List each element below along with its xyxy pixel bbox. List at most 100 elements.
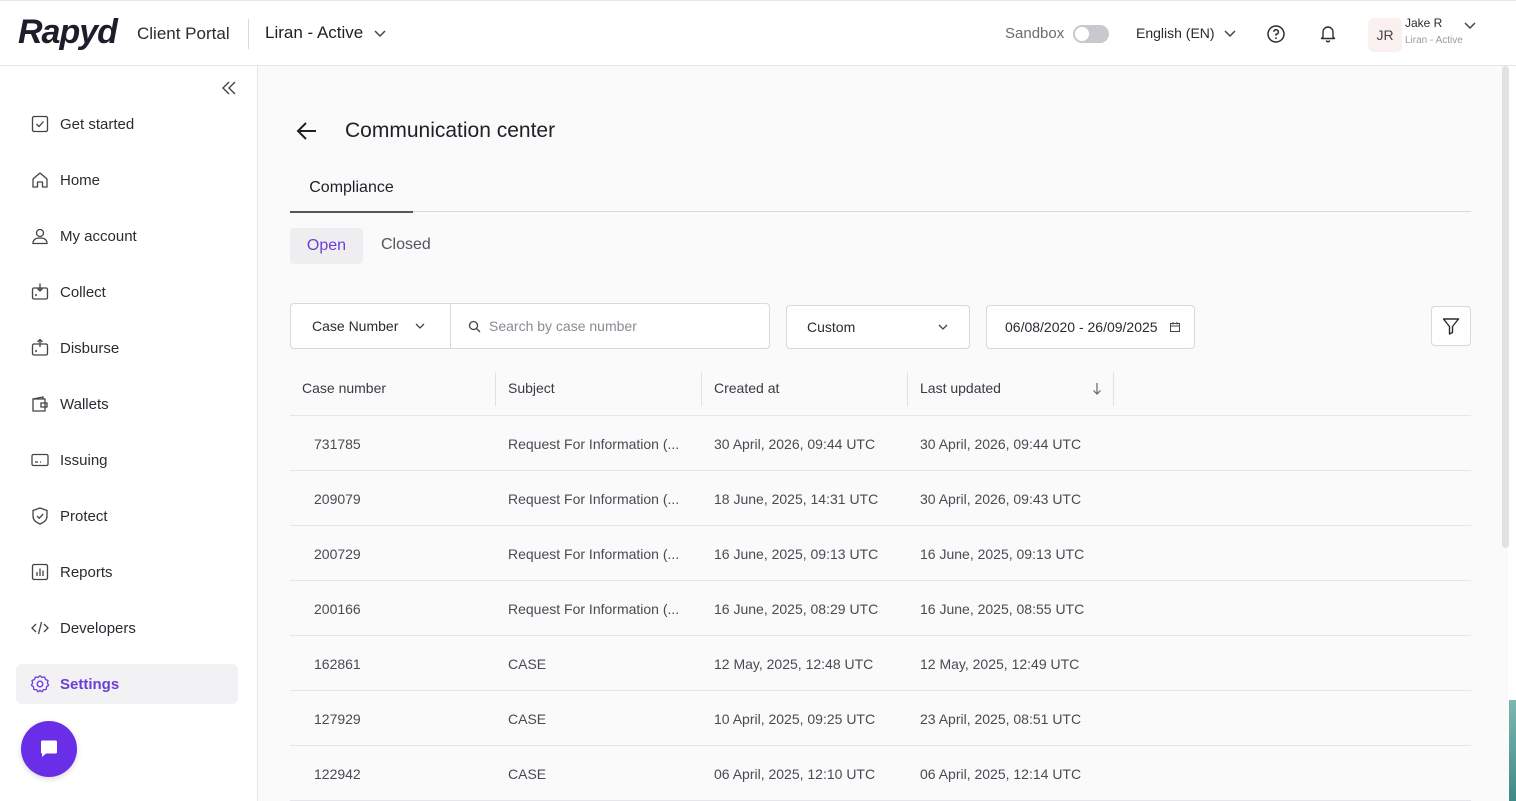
cell-last-updated: 23 April, 2025, 08:51 UTC xyxy=(920,711,1082,727)
sidebar-item-label: Settings xyxy=(60,675,120,693)
user-name: Jake R xyxy=(1405,16,1443,30)
cell-created-at: 16 June, 2025, 09:13 UTC xyxy=(714,546,879,562)
sandbox-toggle[interactable] xyxy=(1073,25,1109,43)
cell-created-at: 16 June, 2025, 08:29 UTC xyxy=(714,601,879,617)
sidebar-item-wallets[interactable]: Wallets xyxy=(16,384,238,424)
card-icon xyxy=(31,453,49,467)
cell-subject: CASE xyxy=(508,656,547,672)
chevron-down-icon xyxy=(938,324,948,330)
sidebar-item-label: Collect xyxy=(60,283,106,301)
search-icon xyxy=(468,320,481,332)
bell-icon[interactable] xyxy=(1318,23,1338,43)
cell-created-at: 12 May, 2025, 12:48 UTC xyxy=(714,656,874,672)
rapyd-logo[interactable]: Rapyd xyxy=(18,13,118,52)
cell-case-number: 200729 xyxy=(314,546,361,562)
chat-icon xyxy=(41,740,57,757)
sidebar-item-label: Reports xyxy=(60,563,113,581)
sidebar-item-disburse[interactable]: Disburse xyxy=(16,328,238,368)
filter-button[interactable] xyxy=(1431,306,1471,346)
gear-icon xyxy=(30,675,50,693)
table-row[interactable]: 127929 CASE 10 April, 2025, 09:25 UTC 23… xyxy=(290,691,1471,746)
cell-last-updated: 06 April, 2025, 12:14 UTC xyxy=(920,766,1082,782)
help-icon[interactable] xyxy=(1266,24,1286,44)
table-row[interactable]: 162861 CASE 12 May, 2025, 12:48 UTC 12 M… xyxy=(290,636,1471,691)
collect-icon xyxy=(31,283,49,300)
search-type-value: Case Number xyxy=(312,318,399,334)
sidebar-item-reports[interactable]: Reports xyxy=(16,552,238,592)
main-content: Communication center Compliance Open Clo… xyxy=(258,66,1508,801)
table-row[interactable]: 731785 Request For Information (... 30 A… xyxy=(290,416,1471,471)
sidebar-item-home[interactable]: Home xyxy=(16,160,238,200)
cell-case-number: 127929 xyxy=(314,711,361,727)
column-divider[interactable] xyxy=(1113,372,1114,406)
table-row[interactable]: 200166 Request For Information (... 16 J… xyxy=(290,581,1471,636)
tab-compliance[interactable]: Compliance xyxy=(290,174,413,213)
sidebar-item-label: Disburse xyxy=(60,339,120,357)
sidebar-item-label: Protect xyxy=(60,507,108,525)
segment-closed[interactable]: Closed xyxy=(381,236,431,254)
chevron-down-icon xyxy=(415,323,425,329)
filter-icon xyxy=(1442,318,1460,335)
sidebar-item-get-started[interactable]: Get started xyxy=(16,104,238,144)
sidebar-item-collect[interactable]: Collect xyxy=(16,272,238,312)
column-header-case-number[interactable]: Case number xyxy=(302,380,386,396)
cell-last-updated: 12 May, 2025, 12:49 UTC xyxy=(920,656,1080,672)
scrollbar[interactable] xyxy=(1502,66,1509,548)
column-divider[interactable] xyxy=(495,372,496,406)
sidebar-item-my-account[interactable]: My account xyxy=(16,216,238,256)
sidebar-item-label: My account xyxy=(60,227,137,245)
sidebar-item-protect[interactable]: Protect xyxy=(16,496,238,536)
shield-icon xyxy=(32,507,48,525)
back-arrow-icon[interactable] xyxy=(294,118,320,144)
period-select[interactable]: Custom xyxy=(786,305,970,349)
search-type-select[interactable]: Case Number xyxy=(290,303,451,349)
column-divider[interactable] xyxy=(701,372,702,406)
column-divider[interactable] xyxy=(907,372,908,406)
portal-label: Client Portal xyxy=(137,24,230,43)
cell-case-number: 122942 xyxy=(314,766,361,782)
cell-subject: Request For Information (... xyxy=(508,436,680,452)
sidebar-item-label: Developers xyxy=(60,619,136,637)
table-row[interactable]: 209079 Request For Information (... 18 J… xyxy=(290,471,1471,526)
cell-last-updated: 16 June, 2025, 08:55 UTC xyxy=(920,601,1085,617)
collapse-sidebar-icon[interactable] xyxy=(220,79,238,97)
tabs-divider xyxy=(290,211,1471,212)
date-range-field[interactable]: 06/08/2020 - 26/09/2025 xyxy=(986,305,1195,349)
column-header-subject[interactable]: Subject xyxy=(508,380,555,396)
cell-subject: Request For Information (... xyxy=(508,491,680,507)
sidebar-item-developers[interactable]: Developers xyxy=(16,608,238,648)
cell-last-updated: 30 April, 2026, 09:44 UTC xyxy=(920,436,1082,452)
cell-case-number: 162861 xyxy=(314,656,361,672)
chevron-down-icon xyxy=(374,30,386,38)
column-header-last-updated[interactable]: Last updated xyxy=(920,380,1001,396)
search-box xyxy=(450,303,770,349)
cell-case-number: 200166 xyxy=(314,601,361,617)
sidebar: Get started Home My account Collect Disb… xyxy=(0,66,258,801)
header-divider xyxy=(248,19,249,49)
wallet-icon xyxy=(32,396,48,412)
sidebar-item-label: Issuing xyxy=(60,451,108,469)
sidebar-item-label: Wallets xyxy=(60,395,109,413)
chart-icon xyxy=(31,563,49,581)
table-row[interactable]: 122942 CASE 06 April, 2025, 12:10 UTC 06… xyxy=(290,746,1471,801)
user-subtitle: Liran - Active xyxy=(1405,35,1463,46)
cell-created-at: 18 June, 2025, 14:31 UTC xyxy=(714,491,879,507)
checkbox-icon xyxy=(31,115,49,133)
sidebar-item-settings[interactable]: Settings xyxy=(16,664,238,704)
code-icon xyxy=(31,621,49,635)
cell-created-at: 30 April, 2026, 09:44 UTC xyxy=(714,436,876,452)
table-row[interactable]: 200729 Request For Information (... 16 J… xyxy=(290,526,1471,581)
column-header-created-at[interactable]: Created at xyxy=(714,380,779,396)
avatar[interactable]: JR xyxy=(1368,18,1402,52)
date-range-value: 06/08/2020 - 26/09/2025 xyxy=(1005,319,1158,335)
language-selector[interactable]: English (EN) xyxy=(1136,25,1237,41)
chat-button[interactable] xyxy=(21,721,77,777)
cell-case-number: 209079 xyxy=(314,491,361,507)
sort-arrow-down-icon[interactable] xyxy=(1091,382,1103,396)
account-switcher[interactable]: Liran - Active xyxy=(265,23,387,43)
chevron-down-icon[interactable] xyxy=(1463,18,1477,32)
segment-open[interactable]: Open xyxy=(290,228,363,264)
sidebar-item-issuing[interactable]: Issuing xyxy=(16,440,238,480)
language-label: English (EN) xyxy=(1136,25,1215,41)
search-input[interactable] xyxy=(489,318,759,334)
